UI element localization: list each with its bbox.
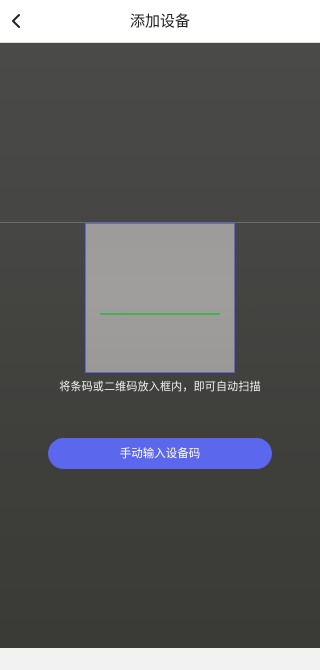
scan-hint-text: 将条码或二维码放入框内，即可自动扫描 (59, 380, 261, 393)
camera-preview: 将条码或二维码放入框内，即可自动扫描 手动输入设备码 (0, 43, 320, 648)
top-navigation-bar: 添加设备 (0, 0, 320, 43)
scan-line (100, 313, 220, 315)
page-title: 添加设备 (129, 12, 190, 30)
bottom-bar (0, 648, 320, 670)
scan-frame (85, 223, 235, 373)
manual-input-button[interactable]: 手动输入设备码 (48, 438, 272, 469)
